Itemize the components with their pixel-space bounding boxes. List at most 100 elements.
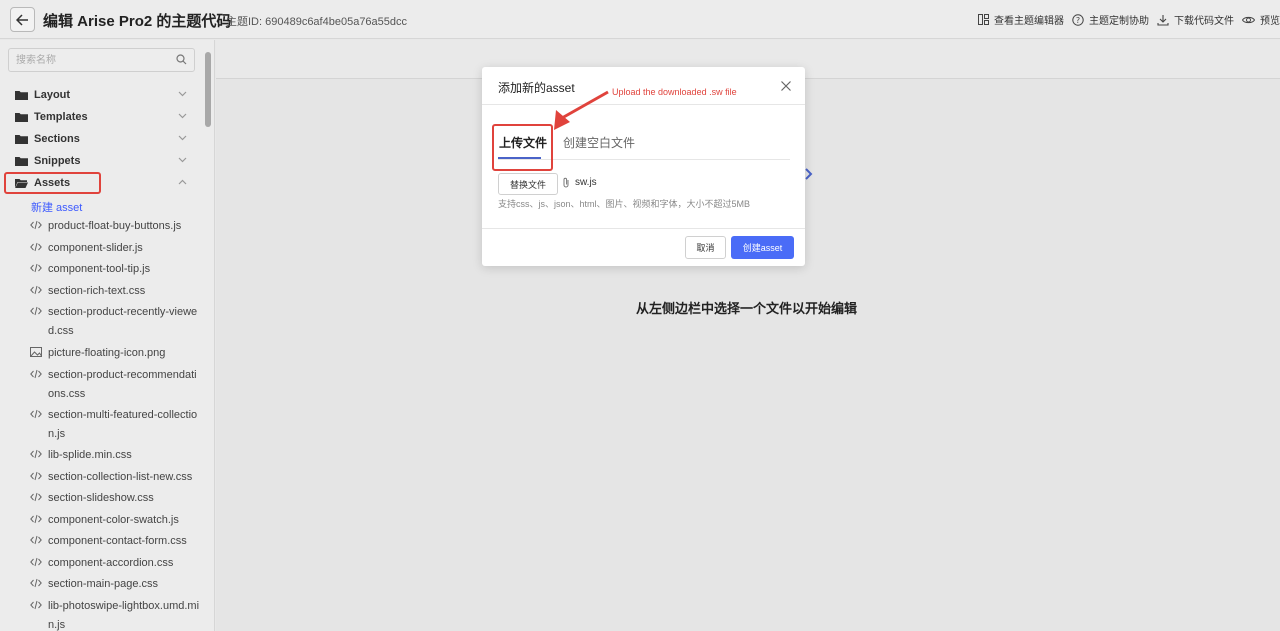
theme-help-button[interactable]: ? 主题定制协助 [1072,12,1149,27]
code-icon [30,220,42,230]
paperclip-icon [563,177,569,188]
folder-icon [15,91,28,100]
header-actions: 查看主题编辑器 ? 主题定制协助 下载代码文件 预览 [970,0,1280,39]
asset-file-item[interactable]: picture-floating-icon.png [30,344,200,363]
code-icon [30,449,42,459]
asset-file-item[interactable]: component-slider.js [30,239,200,258]
tab-create-blank-file[interactable]: 创建空白文件 [563,134,635,151]
asset-file-name: section-main-page.css [48,578,159,590]
chevron-up-icon [178,179,187,185]
asset-file-name: lib-photoswipe-lightbox.umd.min.js [48,600,200,631]
image-icon [30,347,42,357]
asset-file-name: component-contact-form.css [48,535,187,547]
asset-file-item[interactable]: section-multi-featured-collection.js [30,406,200,444]
asset-file-name: component-tool-tip.js [48,263,151,275]
code-icon [30,263,42,273]
code-icon [30,514,42,524]
folder-snippets-label: Snippets [34,155,81,167]
layout-icon [978,14,989,25]
asset-file-name: section-product-recently-viewed.css [48,306,198,337]
dialog-footer-divider [482,228,805,229]
code-icon [30,242,42,252]
code-icon [30,306,42,316]
theme-id: 主题ID: 690489c6af4be05a76a55dcc [226,16,408,28]
folder-snippets[interactable]: Snippets [15,151,187,171]
asset-file-item[interactable]: component-contact-form.css [30,532,200,551]
folder-layout[interactable]: Layout [15,85,187,105]
search-icon[interactable] [176,54,187,65]
preview-label: 预览 [1260,16,1280,27]
folder-sections[interactable]: Sections [15,129,187,149]
asset-file-name: section-multi-featured-collection.js [48,409,198,440]
back-button[interactable] [10,7,35,32]
code-icon [30,535,42,545]
selected-file-name: sw.js [575,177,597,188]
code-icon [30,557,42,567]
folder-templates[interactable]: Templates [15,107,187,127]
code-icon [30,369,42,379]
assets-highlight-box [4,172,101,194]
asset-file-item[interactable]: product-float-buy-buttons.js [30,217,200,236]
folder-icon [15,113,28,122]
asset-file-name: section-collection-list-new.css [48,471,193,483]
question-icon: ? [1072,13,1084,26]
code-icon [30,409,42,419]
cancel-button[interactable]: 取消 [685,236,726,259]
asset-file-name: product-float-buy-buttons.js [48,220,182,232]
close-icon[interactable] [780,80,792,92]
asset-file-item[interactable]: component-color-swatch.js [30,511,200,530]
folder-templates-label: Templates [34,111,88,123]
asset-file-name: section-slideshow.css [48,492,154,504]
asset-file-name: section-rich-text.css [48,285,146,297]
dialog-header-divider [482,104,805,105]
view-theme-editor-label: 查看主题编辑器 [994,16,1064,27]
selected-file: sw.js [562,177,597,188]
replace-file-button[interactable]: 替换文件 [498,173,558,195]
asset-file-name: lib-splide.min.css [48,449,132,461]
empty-editor-hint: 从左侧边栏中选择一个文件以开始编辑 [636,301,858,316]
upload-hint: 支持css、js、json、html、图片、视频和字体，大小不超过5MB [498,199,751,209]
asset-file-item[interactable]: component-accordion.css [30,554,200,573]
code-icon [30,578,42,588]
chevron-down-icon [178,91,187,97]
asset-file-item[interactable]: section-slideshow.css [30,489,200,508]
folder-icon [15,157,28,166]
asset-file-item[interactable]: section-product-recently-viewed.css [30,303,200,341]
download-code-label: 下载代码文件 [1174,16,1234,27]
asset-file-name: component-accordion.css [48,557,174,569]
preview-button[interactable]: 预览 [1242,12,1280,27]
folder-icon [15,135,28,144]
new-asset-link[interactable]: 新建 asset [31,199,82,215]
view-theme-editor-button[interactable]: 查看主题编辑器 [978,12,1064,27]
download-code-button[interactable]: 下载代码文件 [1157,12,1234,27]
chevron-down-icon [178,113,187,119]
asset-file-name: picture-floating-icon.png [48,347,166,359]
asset-file-name: component-slider.js [48,242,143,254]
file-sidebar: Layout Templates Sections Snippets Asset… [0,40,215,631]
create-asset-button[interactable]: 创建asset [731,236,794,259]
asset-file-item[interactable]: section-product-recommendations.css [30,366,200,404]
asset-file-item[interactable]: section-rich-text.css [30,282,200,301]
asset-file-name: section-product-recommendations.css [48,369,197,400]
asset-file-item[interactable]: component-tool-tip.js [30,260,200,279]
asset-file-item[interactable]: section-collection-list-new.css [30,468,200,487]
asset-file-item[interactable]: lib-photoswipe-lightbox.umd.min.js [30,597,200,631]
search-input[interactable] [9,49,169,71]
top-header: 编辑 Arise Pro2 的主题代码 主题ID: 690489c6af4be0… [0,0,1280,39]
theme-help-label: 主题定制协助 [1089,16,1149,27]
code-icon [30,492,42,502]
sidebar-scrollbar[interactable] [205,52,211,127]
annotation-arrow [554,90,609,130]
asset-file-item[interactable]: lib-splide.min.css [30,446,200,465]
folder-layout-label: Layout [34,89,71,101]
asset-file-name: component-color-swatch.js [48,514,179,526]
search-box [8,48,195,72]
chevron-down-icon [178,157,187,163]
code-icon [30,285,42,295]
asset-file-item[interactable]: section-main-page.css [30,575,200,594]
chevron-down-icon [178,135,187,141]
code-icon [30,600,42,610]
download-icon [1157,14,1169,26]
page-title: 编辑 Arise Pro2 的主题代码 [43,13,232,30]
arrow-left-icon [16,13,28,26]
